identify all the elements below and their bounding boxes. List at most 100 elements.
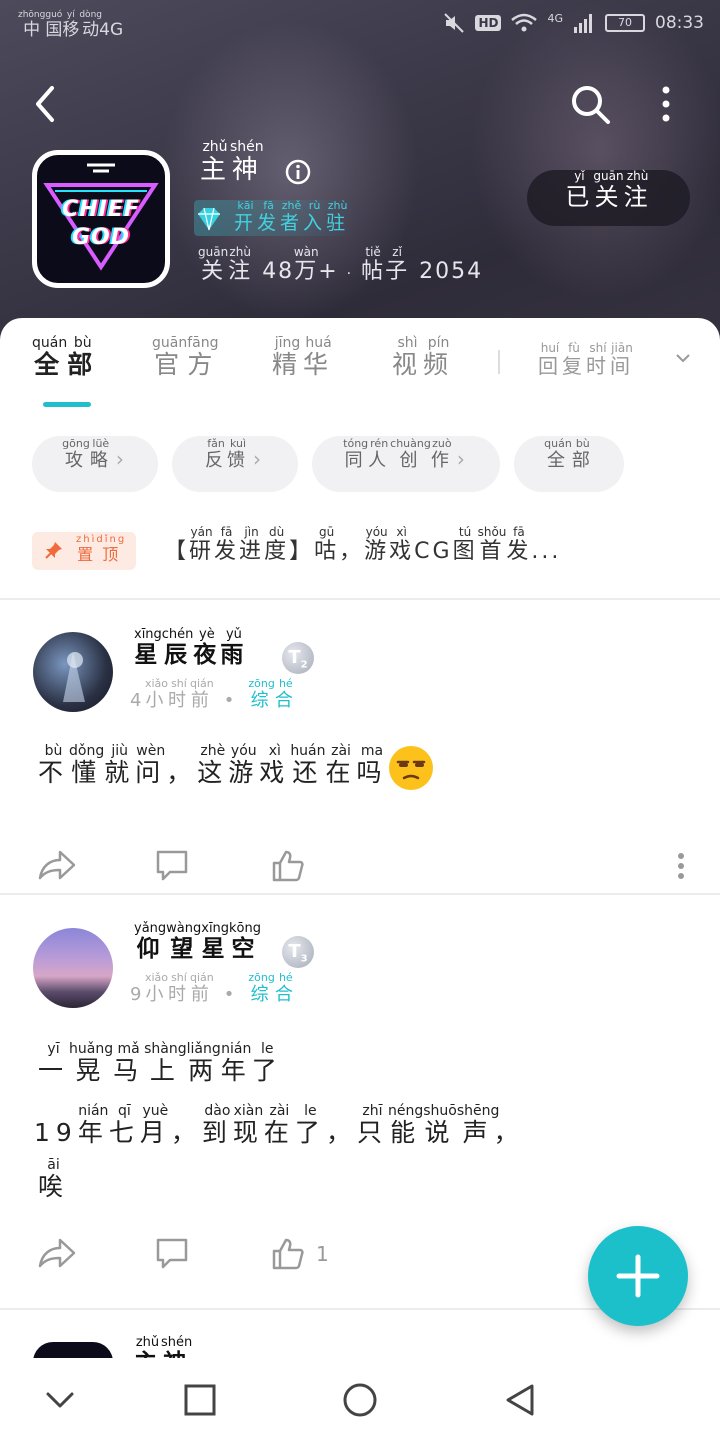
- pinyin: shén: [161, 1335, 193, 1350]
- tab-1[interactable]: 官guān方fāng: [152, 335, 219, 381]
- chevron-down-icon[interactable]: [674, 352, 692, 366]
- post-card[interactable]: 主zhǔ神shén: [0, 1326, 720, 1358]
- hanzi-char: 进: [239, 539, 265, 564]
- hanzi: 动dòng: [79, 10, 102, 40]
- hanzi: 略lüè: [89, 437, 112, 471]
- info-icon[interactable]: [284, 158, 312, 186]
- filter-chip[interactable]: 反fǎn馈kuì›: [172, 436, 298, 492]
- punctuation: ，: [325, 1118, 357, 1147]
- feed: 全quán部bù 官guān方fāng 精jīng华huá 视shì频pín 回huí…: [0, 318, 720, 1358]
- hanzi-char: 仰: [134, 936, 167, 962]
- post-body[interactable]: 不bù懂dǒng就jiù问wèn，这zhè游yóu戏xì还huán在zài吗ma: [38, 743, 434, 791]
- back-arrow-icon[interactable]: [28, 80, 64, 128]
- filter-chip[interactable]: 全quán部bù: [514, 436, 624, 492]
- system-nav-bar: [0, 1358, 720, 1440]
- hanzi-char: 小: [144, 984, 168, 1005]
- hanzi: 开kāi: [234, 199, 257, 234]
- hanzi: 上shàng: [144, 1041, 187, 1085]
- nav-recents-icon[interactable]: [338, 1378, 382, 1422]
- hanzi: 时shí: [168, 677, 190, 711]
- hanzi: 部bù: [67, 335, 98, 379]
- pinyin: jìn: [239, 526, 265, 539]
- search-icon[interactable]: [568, 82, 612, 126]
- hanzi: 视shì: [392, 335, 423, 379]
- username[interactable]: 星xīng辰chén夜yè雨yǔ: [134, 627, 247, 669]
- avatar[interactable]: [33, 632, 113, 712]
- pinyin: pín: [423, 335, 455, 351]
- filter-chip[interactable]: 攻gōng略lüè›: [32, 436, 158, 492]
- hanzi-char: 国: [45, 20, 63, 40]
- pinned-badge: 置zhì顶dǐng: [32, 532, 136, 570]
- hanzi-char: 略: [89, 450, 112, 471]
- nav-previous-icon[interactable]: [498, 1378, 542, 1422]
- username[interactable]: 仰yǎng望wàng星xīng空kōng: [134, 921, 261, 963]
- more-vertical-icon[interactable]: [652, 82, 680, 126]
- tab-0[interactable]: 全quán部bù: [32, 335, 98, 381]
- share-button[interactable]: [36, 844, 76, 888]
- avatar[interactable]: [33, 928, 113, 1008]
- hanzi-char: 年: [220, 1056, 252, 1085]
- developer-tag[interactable]: 开kāi发fā者zhě入rù驻zhù: [194, 199, 360, 236]
- pinyin: yè: [193, 627, 221, 642]
- hanzi: 馈kuì: [227, 437, 249, 471]
- pinyin: nián: [77, 1103, 109, 1119]
- pinyin: shí: [167, 677, 190, 690]
- hanzi: 七qī: [109, 1103, 140, 1147]
- hanzi-char: 小: [144, 690, 168, 711]
- follow-button[interactable]: 已yǐ关guān注zhù: [527, 169, 690, 226]
- username[interactable]: 主zhǔ神shén: [134, 1335, 193, 1358]
- hanzi: 置zhì: [76, 534, 96, 564]
- hanzi-char: 上: [144, 1056, 187, 1085]
- like-icon: [272, 1238, 304, 1270]
- hanzi-char: 辰: [161, 642, 194, 668]
- pinyin: liǎng: [186, 1041, 221, 1057]
- tab-2[interactable]: 精jīng华huá: [272, 335, 334, 381]
- post-body-line-3[interactable]: 唉āi: [38, 1157, 69, 1202]
- hanzi-char: 年: [77, 1118, 109, 1147]
- comment-button[interactable]: [154, 1232, 190, 1276]
- filter-chip[interactable]: 同tóng人rén创chuàng作zuò›: [312, 436, 500, 492]
- hanzi: 万wàn: [294, 245, 319, 284]
- hanzi: 发fā: [506, 526, 531, 564]
- hanzi: 说shuō: [423, 1103, 457, 1147]
- nav-back-icon[interactable]: [38, 1378, 82, 1422]
- share-button[interactable]: [36, 1232, 76, 1276]
- nav-home-icon[interactable]: [178, 1378, 222, 1422]
- pinyin: yán: [189, 526, 215, 539]
- pinned-title[interactable]: 【研yán发fā进jìn度dù】咕gū，游yóu戏xìCG图tú首shǒu发fā…: [164, 526, 704, 565]
- pinyin: zōng: [248, 677, 275, 690]
- post-body-line-2[interactable]: 19年nián七qī月yuè，到dào现xiàn在zài了le，只zhī能nén…: [34, 1103, 525, 1148]
- post-meta: 9小xiǎo时shí前qián • 综zōng合hé: [130, 971, 297, 1006]
- hanzi: 戏xì: [259, 743, 291, 787]
- hanzi: 唉āi: [38, 1157, 69, 1201]
- comment-button[interactable]: [154, 844, 190, 888]
- pinyin: mǎ: [113, 1041, 145, 1057]
- hanzi-char: 马: [113, 1056, 145, 1085]
- more-vertical-icon[interactable]: [670, 844, 692, 888]
- sort-dropdown[interactable]: 回huí复fù时shí间jiān: [538, 341, 634, 379]
- like-button[interactable]: [270, 844, 314, 888]
- new-post-button[interactable]: [588, 1226, 688, 1326]
- hanzi: 游yóu: [228, 743, 259, 787]
- separator-dot: ·: [346, 266, 354, 282]
- category-tag[interactable]: 综zōng合hé: [248, 971, 296, 1005]
- pinyin: guó: [45, 10, 63, 20]
- pinyin: rén: [368, 437, 391, 450]
- avatar[interactable]: [33, 1342, 113, 1358]
- post-card[interactable]: 星xīng辰chén夜yè雨yǔ T2 4小xiǎo时shí前qián • 综zōn…: [0, 618, 720, 882]
- hanzi: 主zhǔ: [134, 1335, 161, 1358]
- pinyin: wàng: [166, 921, 202, 936]
- pinyin: kāi: [234, 199, 258, 212]
- unamused-face-icon: [388, 746, 433, 790]
- like-button[interactable]: 1: [270, 1232, 329, 1276]
- pinyin: huí: [538, 341, 562, 355]
- post-body-line-1[interactable]: 一yī晃huǎng马mǎ上shàng两liǎng年nián了le: [38, 1041, 283, 1086]
- tab-3[interactable]: 视shì频pín: [392, 335, 455, 381]
- hanzi-char: 戏: [259, 758, 291, 787]
- hanzi: 复fù: [562, 341, 586, 378]
- hanzi-char: 移: [62, 20, 80, 40]
- level-number: 3: [300, 953, 308, 965]
- hanzi-char: 两: [186, 1056, 221, 1085]
- category-tag[interactable]: 综zōng合hé: [248, 677, 296, 711]
- pinned-post[interactable]: 置zhì顶dǐng 【研yán发fā进jìn度dù】咕gū，游yóu戏xìCG图…: [0, 522, 720, 592]
